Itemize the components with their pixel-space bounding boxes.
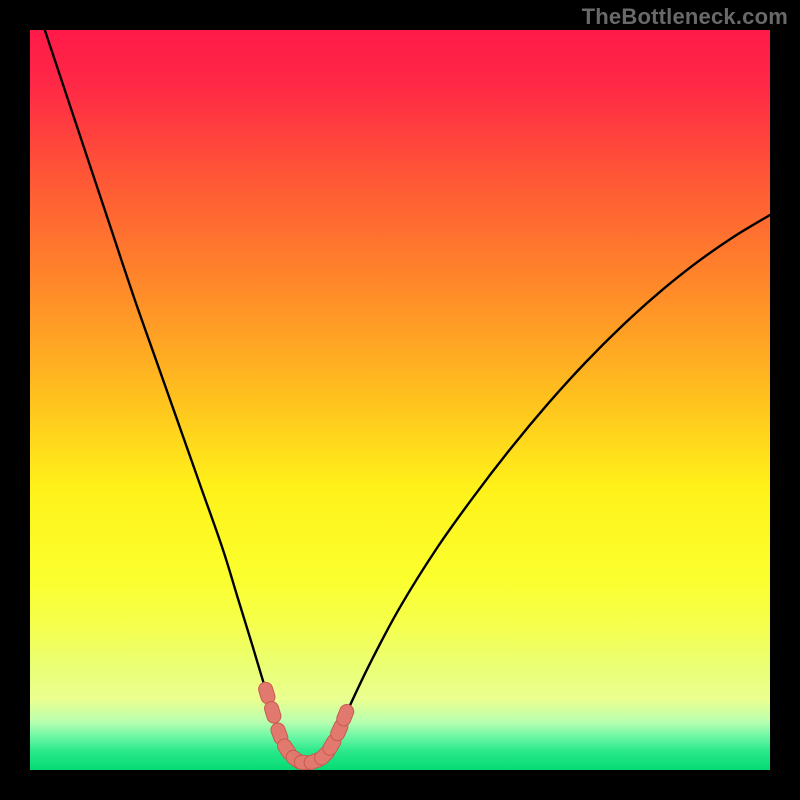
curve-markers — [257, 680, 356, 770]
plot-inner — [30, 30, 770, 770]
curve-layer — [30, 30, 770, 770]
watermark-text: TheBottleneck.com — [582, 4, 788, 30]
bottleneck-curve — [45, 30, 770, 764]
plot-area — [30, 30, 770, 770]
chart-frame: TheBottleneck.com — [0, 0, 800, 800]
